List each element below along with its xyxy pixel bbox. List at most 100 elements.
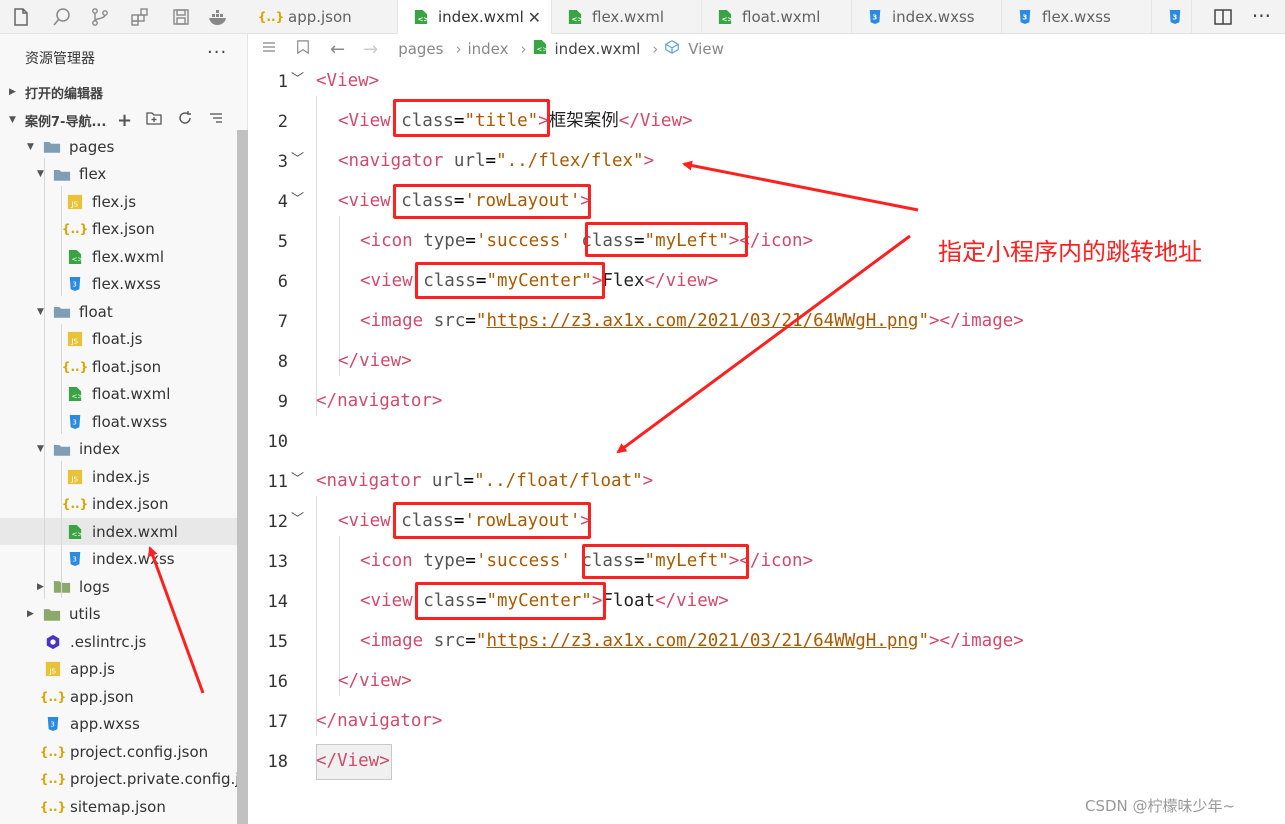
tree-item[interactable]: ▼ pages bbox=[0, 133, 237, 160]
tree-item[interactable]: <> float.wxml bbox=[0, 381, 237, 408]
highlight-box bbox=[393, 184, 591, 219]
tab-flex-wxml[interactable]: <> flex.wxml bbox=[552, 0, 702, 34]
tree-item[interactable]: {..} project.config.json bbox=[0, 738, 237, 765]
new-file-icon[interactable]: + bbox=[117, 110, 132, 131]
tree-item[interactable]: 3 app.wxss bbox=[0, 711, 237, 738]
json-file-icon: {..} bbox=[39, 744, 67, 759]
tab-index-wxml[interactable]: <> index.wxml ✕ bbox=[398, 0, 552, 34]
tree-item[interactable]: <> index.wxml bbox=[0, 518, 237, 545]
breadcrumb-item[interactable]: View bbox=[688, 40, 724, 58]
tree-item[interactable]: {..} flex.json bbox=[0, 216, 237, 243]
svg-text:3: 3 bbox=[1172, 14, 1177, 22]
tree-item[interactable]: JS app.js bbox=[0, 656, 237, 683]
files-icon[interactable] bbox=[10, 6, 32, 28]
split-editor-icon[interactable] bbox=[1213, 7, 1233, 27]
tree-item[interactable]: ▶ utils bbox=[0, 601, 237, 628]
js-file-icon: JS bbox=[44, 660, 62, 678]
tree-item-label: flex.js bbox=[92, 192, 137, 211]
tab-index-wxss[interactable]: 3 index.wxss bbox=[852, 0, 1002, 34]
chevron-down-icon: ▼ bbox=[37, 306, 44, 317]
image-url-link[interactable]: https://z3.ax1x.com/2021/03/21/64WWgH.pn… bbox=[486, 311, 918, 331]
tree-item[interactable]: 3 flex.wxss bbox=[0, 271, 237, 298]
tab-flex-wxss[interactable]: 3 flex.wxss bbox=[1002, 0, 1152, 34]
svg-text:JS: JS bbox=[48, 666, 56, 675]
tree-item[interactable]: JS flex.js bbox=[0, 188, 237, 215]
tree-item-label: index.js bbox=[92, 467, 150, 486]
json-file-icon: {..} bbox=[61, 222, 89, 236]
tree-item[interactable]: ▼ flex bbox=[0, 161, 237, 188]
tree-item-label: index.json bbox=[92, 495, 169, 513]
sidebar-scrollbar[interactable] bbox=[237, 130, 248, 824]
chevron-down-icon: ▼ bbox=[37, 169, 44, 179]
fold-chevron-icon[interactable]: ﹀ bbox=[291, 148, 304, 167]
tree-item[interactable]: <> flex.wxml bbox=[0, 243, 237, 270]
fold-chevron-icon[interactable]: ﹀ bbox=[291, 68, 304, 87]
cube-icon bbox=[664, 39, 680, 59]
wxml-icon: <> bbox=[716, 8, 734, 26]
tree-item[interactable]: {..} sitemap.json bbox=[0, 793, 237, 820]
tree-item[interactable]: ▼ index bbox=[0, 436, 237, 463]
breadcrumb-item[interactable]: index.wxml bbox=[555, 40, 641, 58]
tree-item[interactable]: {..} app.json bbox=[0, 683, 237, 710]
highlight-box bbox=[415, 582, 606, 620]
tab-app-json[interactable]: {..} app.json bbox=[248, 0, 398, 34]
breadcrumb: ← → pages › index › <> index.wxml › View bbox=[248, 34, 1285, 64]
tree-item[interactable]: 3 index.wxss bbox=[0, 546, 237, 573]
breadcrumb-item[interactable]: pages bbox=[398, 40, 443, 58]
image-url-link[interactable]: https://z3.ax1x.com/2021/03/21/64WWgH.pn… bbox=[486, 631, 918, 651]
tree-item-label: float.wxml bbox=[92, 385, 171, 403]
back-arrow-icon[interactable]: ← bbox=[330, 39, 345, 60]
close-icon[interactable]: ✕ bbox=[528, 8, 541, 27]
wxss-icon: 3 bbox=[1166, 8, 1183, 26]
tree-item[interactable]: {..} index.json bbox=[0, 491, 237, 518]
wxss-icon: 3 bbox=[1016, 8, 1034, 26]
wxml-file-icon: <> bbox=[66, 248, 84, 266]
forward-arrow-icon[interactable]: → bbox=[363, 39, 378, 60]
docker-icon[interactable] bbox=[207, 6, 229, 28]
tree-item[interactable]: JS index.js bbox=[0, 463, 237, 490]
code-line: </view> bbox=[338, 351, 412, 371]
more-actions-icon[interactable]: ··· bbox=[1252, 4, 1271, 28]
folder-open-icon bbox=[53, 303, 71, 321]
tree-item[interactable]: ▶ logs bbox=[0, 573, 237, 600]
refresh-icon[interactable] bbox=[176, 109, 194, 132]
chevron-down-icon: ▼ bbox=[27, 141, 34, 152]
bookmark-icon[interactable] bbox=[296, 38, 310, 60]
new-folder-icon[interactable] bbox=[145, 109, 163, 132]
tree-item[interactable]: {..}project.private.config.js... bbox=[0, 766, 237, 793]
code-editor[interactable]: 1 2 3 4 5 6 7 8 9 10 11 12 13 14 15 16 17 18 ﹀ ﹀ ﹀ ﹀ ﹀ <V… bbox=[248, 64, 1285, 824]
tree-item[interactable]: JS float.js bbox=[0, 326, 237, 353]
line-number: 17 bbox=[267, 712, 288, 732]
tab-overflow[interactable]: 3 bbox=[1152, 0, 1192, 34]
save-icon[interactable] bbox=[170, 6, 192, 28]
wxml-file-icon: <> bbox=[66, 385, 84, 403]
tab-label: flex.wxml bbox=[592, 8, 664, 26]
tree-item[interactable]: .eslintrc.js bbox=[0, 628, 237, 655]
list-icon[interactable] bbox=[260, 38, 278, 60]
tree-item[interactable]: ▼ float bbox=[0, 298, 237, 325]
collapse-all-icon[interactable] bbox=[207, 109, 225, 132]
breadcrumb-item[interactable]: index bbox=[467, 40, 508, 58]
editor-tabs: {..} app.json <> index.wxml ✕ <> flex.wx… bbox=[248, 0, 1285, 34]
tree-item[interactable]: {..} float.json bbox=[0, 353, 237, 380]
tree-item-label: app.wxss bbox=[70, 715, 140, 733]
tab-label: app.json bbox=[288, 8, 352, 26]
fold-chevron-icon[interactable]: ﹀ bbox=[291, 508, 304, 527]
fold-chevron-icon[interactable]: ﹀ bbox=[291, 468, 304, 487]
json-icon: {..} bbox=[257, 10, 285, 24]
search-icon[interactable] bbox=[51, 6, 73, 28]
explorer-more-icon[interactable]: ··· bbox=[207, 42, 227, 63]
extensions-icon[interactable] bbox=[129, 6, 151, 28]
line-number: 13 bbox=[267, 552, 288, 572]
open-editors-section[interactable]: ▶ 打开的编辑器 bbox=[0, 79, 248, 105]
source-control-icon[interactable] bbox=[89, 6, 111, 28]
fold-chevron-icon[interactable]: ﹀ bbox=[291, 188, 304, 207]
tree-item-label: app.js bbox=[70, 660, 115, 678]
chevron-right-icon: › bbox=[520, 40, 527, 58]
wxss-file-icon: 3 bbox=[66, 275, 84, 293]
wxss-file-icon: 3 bbox=[66, 550, 84, 568]
tree-item[interactable]: 3 float.wxss bbox=[0, 408, 237, 435]
project-section[interactable]: ▼ 案例7-导航... + bbox=[0, 107, 248, 133]
tab-float-wxml[interactable]: <> float.wxml bbox=[702, 0, 852, 34]
activity-bar bbox=[0, 0, 248, 34]
